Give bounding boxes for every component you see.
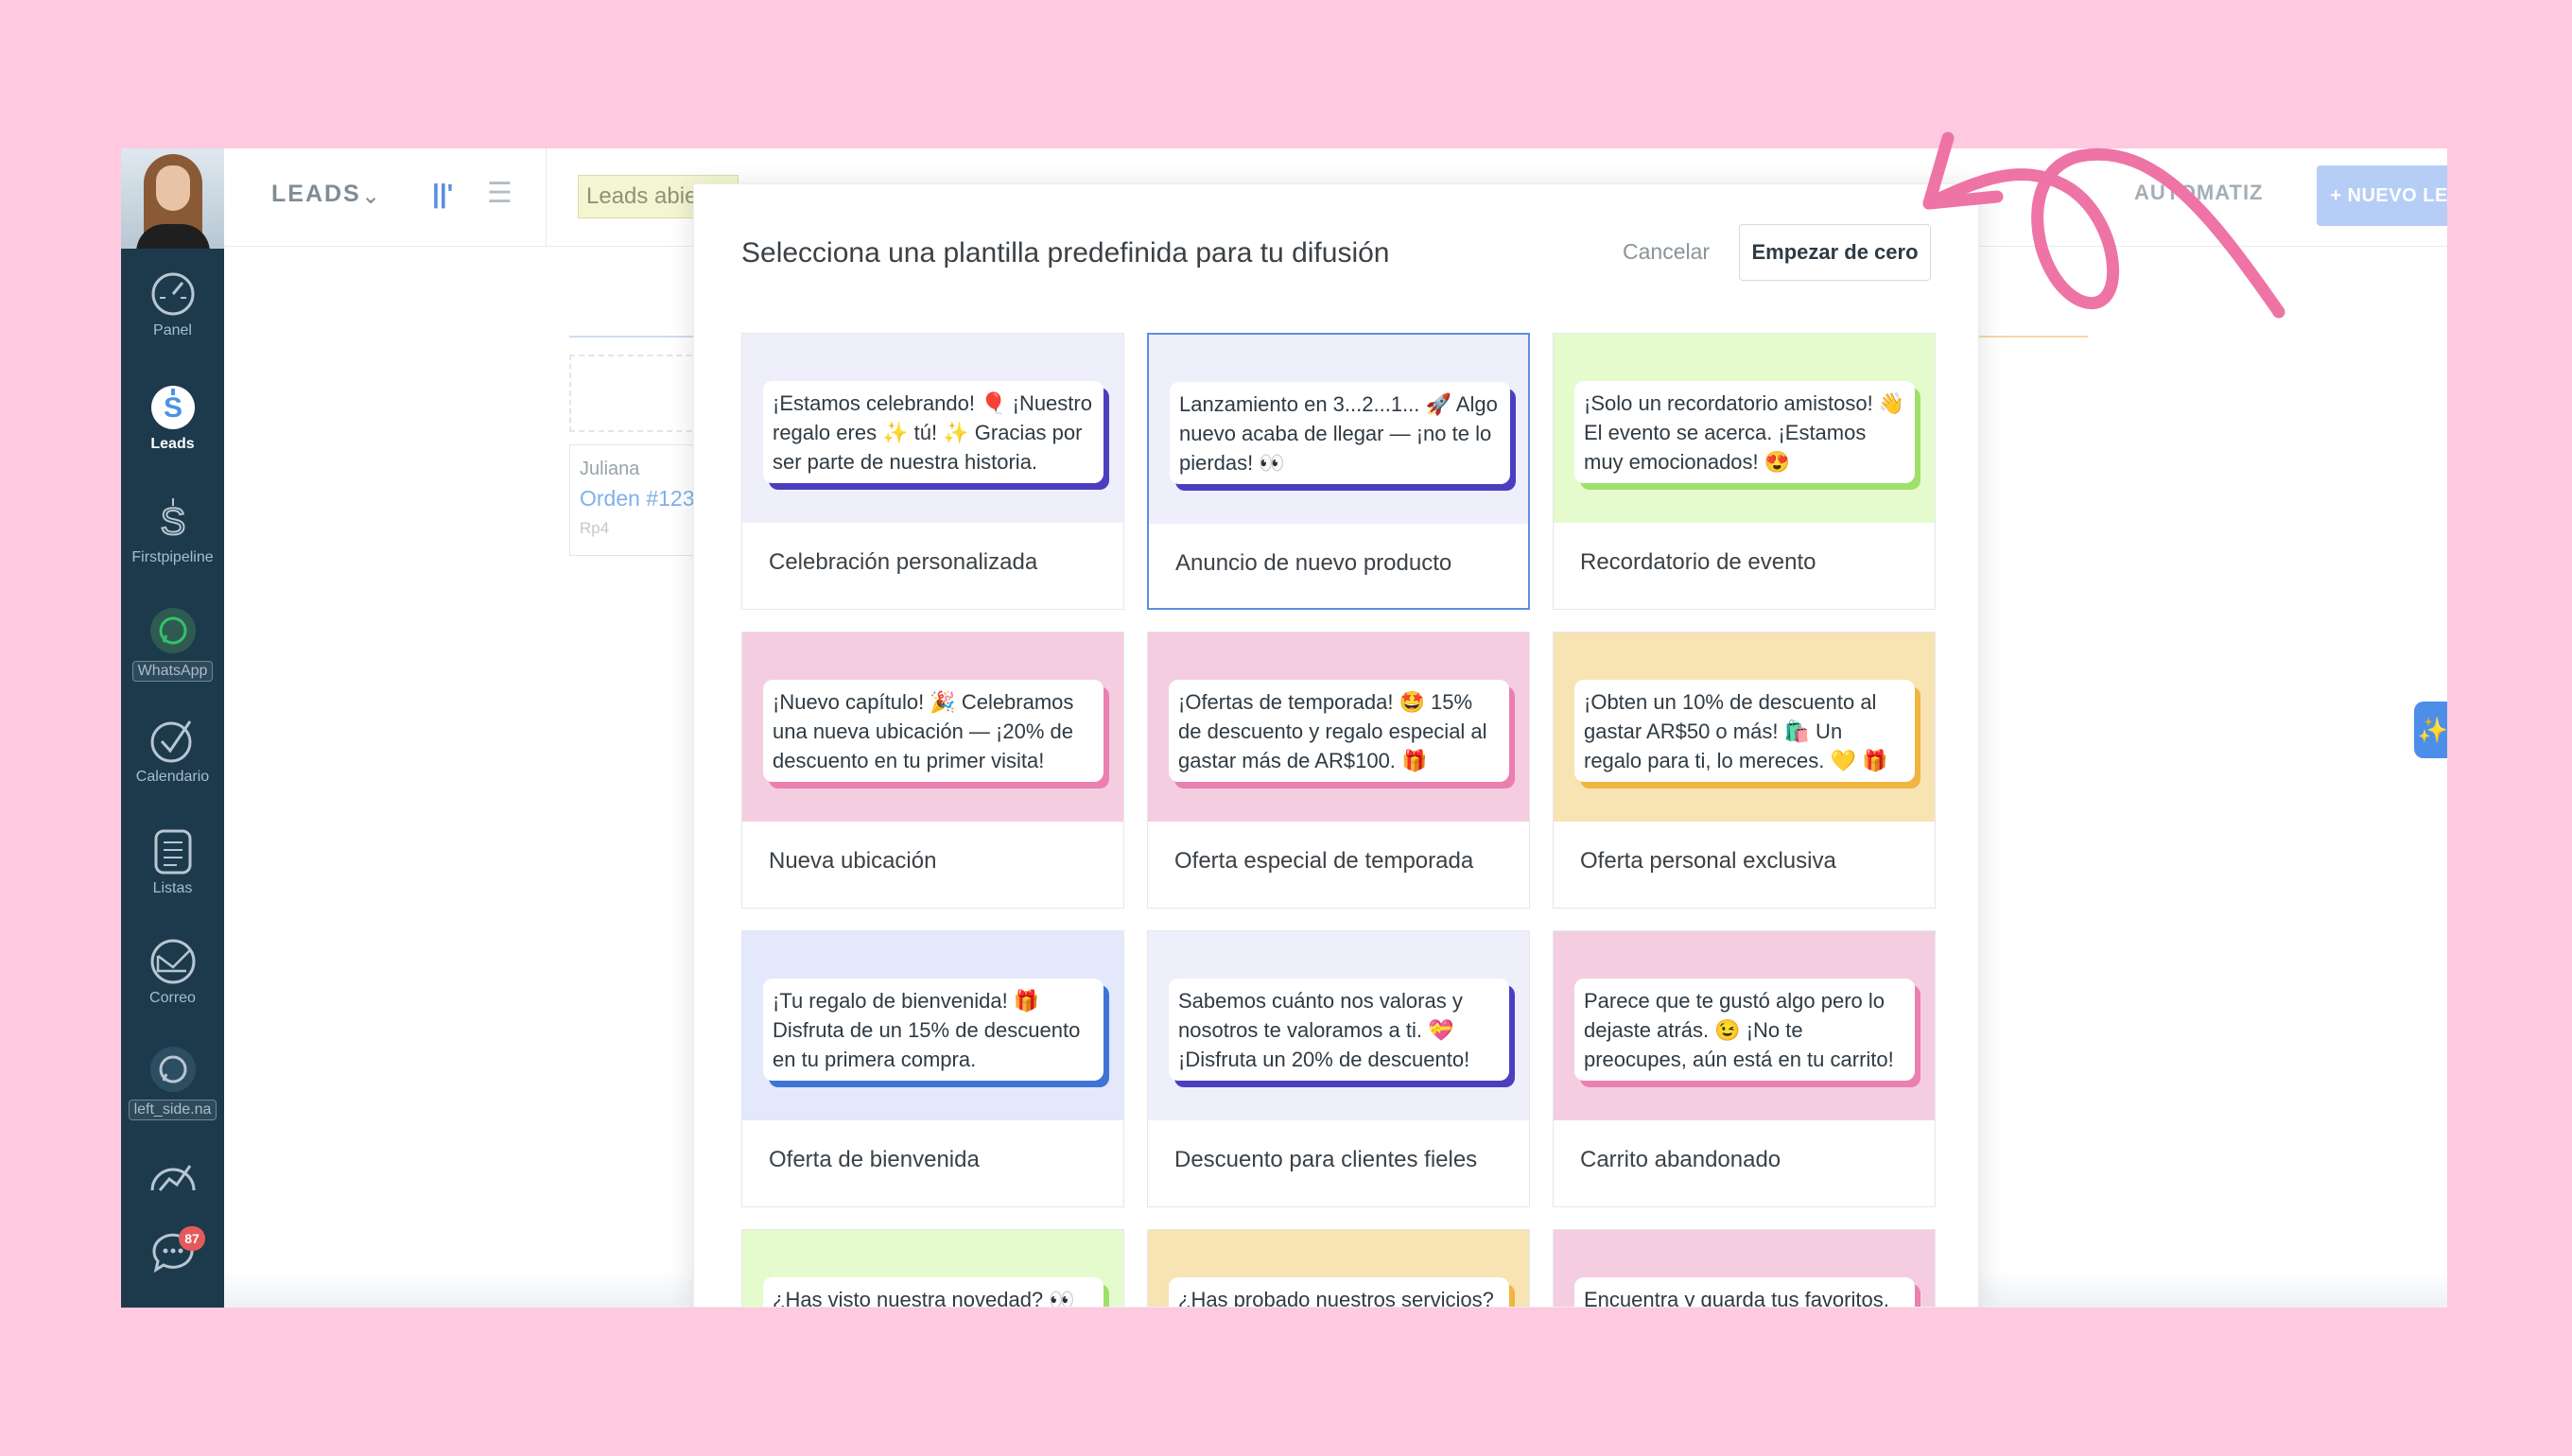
arrow-annotation [1922, 131, 2285, 319]
